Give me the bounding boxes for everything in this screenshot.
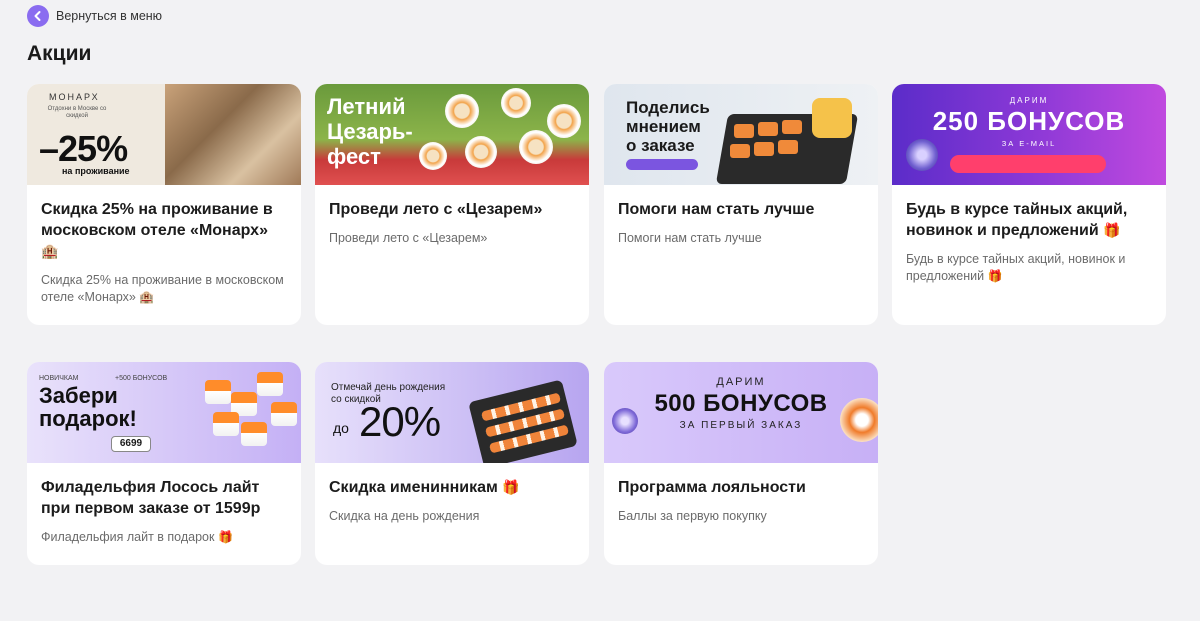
sushi-piece — [734, 124, 754, 138]
sushi-roll-image — [419, 142, 447, 170]
promo-title: Скидка именинникам 🎁 — [329, 479, 520, 496]
banner-headline: 500 БОНУСОВ — [654, 390, 828, 417]
banner-tag-bonus: +500 БОНУСОВ — [115, 375, 168, 382]
promo-description: Скидка на день рождения — [329, 509, 480, 523]
back-to-menu-link[interactable]: Вернуться в меню — [27, 5, 162, 27]
banner-tag: НОВИЧКАМ — [39, 375, 79, 382]
sushi-piece — [241, 422, 267, 446]
sushi-roll-image — [445, 94, 479, 128]
promo-card-birthday[interactable]: Отмечай день рождения со скидкой до 20% … — [315, 362, 589, 565]
banner-top-text: ДАРИМ — [1009, 96, 1049, 105]
promo-card-monarch[interactable]: МОНАРХ Отдохни в Москве со скидкой –25% … — [27, 84, 301, 325]
banner-button — [950, 155, 1106, 173]
sushi-piece — [754, 142, 774, 156]
sushi-piece — [812, 98, 852, 138]
banner-discount: 20% — [359, 398, 441, 445]
promo-card-loyalty[interactable]: ДАРИМ 500 БОНУСОВ ЗА ПЕРВЫЙ ЗАКАЗ Програ… — [604, 362, 878, 565]
banner-discount: –25% — [39, 128, 128, 169]
promo-title: Скидка 25% на проживание в московском от… — [41, 199, 287, 262]
promo-description: Скидка 25% на проживание в московском от… — [41, 273, 284, 304]
sushi-roll-image — [465, 136, 497, 168]
banner-headline: Забери подарок! — [39, 383, 137, 431]
promo-title: Помоги нам стать лучше — [618, 201, 815, 218]
banner-brand: МОНАРХ — [49, 92, 100, 102]
hotel-icon: 🏨 — [139, 290, 155, 304]
banner-top-text: ДАРИМ — [716, 376, 766, 388]
sushi-piece — [730, 144, 750, 158]
bonus-coin-icon — [906, 139, 938, 171]
promo-card-philadelphia[interactable]: НОВИЧКАМ +500 БОНУСОВ Забери подарок! 66… — [27, 362, 301, 565]
promo-title: Программа лояльности — [618, 479, 806, 496]
sushi-roll-image — [547, 104, 581, 138]
sushi-piece — [758, 122, 778, 136]
promo-banner[interactable]: Летний Цезарь- фест — [315, 84, 589, 185]
chevron-left-icon[interactable] — [27, 5, 49, 27]
promo-description: Баллы за первую покупку — [618, 509, 767, 523]
promo-banner[interactable]: МОНАРХ Отдохни в Москве со скидкой –25% … — [27, 84, 301, 185]
promo-banner[interactable]: Отмечай день рождения со скидкой до 20% — [315, 362, 589, 463]
sushi-piece — [257, 372, 283, 396]
promo-title: Проведи лето с «Цезарем» — [329, 201, 543, 218]
back-label[interactable]: Вернуться в меню — [56, 9, 162, 23]
promo-description: Будь в курсе тайных акций, новинок и пре… — [906, 252, 1126, 283]
gift-icon: 🎁 — [1103, 222, 1121, 238]
banner-headline: 250 БОНУСОВ — [932, 106, 1126, 136]
banner-price: 6699 — [111, 436, 151, 452]
gift-icon: 🎁 — [987, 269, 1003, 283]
banner-headline: Летний Цезарь- фест — [327, 94, 413, 169]
promo-banner[interactable]: Поделись мнением о заказе — [604, 84, 878, 185]
page-title: Акции — [27, 42, 92, 65]
banner-subtitle: на проживание — [62, 166, 130, 176]
gift-icon: 🎁 — [217, 530, 233, 544]
banner-small-text: Отдохни в Москве со скидкой — [47, 106, 107, 119]
sushi-roll-image — [519, 130, 553, 164]
banner-prefix: до — [333, 420, 349, 436]
sushi-piece — [213, 412, 239, 436]
sushi-roll-image — [501, 88, 531, 118]
promo-title: Будь в курсе тайных акций, новинок и пре… — [906, 201, 1128, 239]
sushi-piece — [782, 120, 802, 134]
banner-headline: Поделись мнением о заказе — [626, 98, 710, 155]
banner-button — [626, 159, 698, 170]
sushi-piece — [205, 380, 231, 404]
hotel-icon: 🏨 — [41, 243, 59, 259]
promo-description: Филадельфия лайт в подарок 🎁 — [41, 530, 233, 544]
promo-card-email-bonus[interactable]: ДАРИМ 250 БОНУСОВ ЗА E-MAIL Будь в курсе… — [892, 84, 1166, 325]
banner-bottom-text: ЗА ПЕРВЫЙ ЗАКАЗ — [679, 420, 803, 431]
promo-description: Проведи лето с «Цезарем» — [329, 231, 488, 245]
sushi-piece — [778, 140, 798, 154]
sushi-roll-image — [840, 398, 878, 442]
promo-description: Помоги нам стать лучше — [618, 231, 762, 245]
gift-icon: 🎁 — [502, 479, 520, 495]
promo-card-feedback[interactable]: Поделись мнением о заказе Помоги нам ста… — [604, 84, 878, 325]
promo-banner[interactable]: НОВИЧКАМ +500 БОНУСОВ Забери подарок! 66… — [27, 362, 301, 463]
sushi-piece — [271, 402, 297, 426]
promo-banner[interactable]: ДАРИМ 250 БОНУСОВ ЗА E-MAIL — [892, 84, 1166, 185]
hotel-photo — [165, 84, 301, 185]
promo-title: Филадельфия Лосось лайт при первом заказ… — [41, 479, 261, 517]
bonus-coin-icon — [612, 408, 638, 434]
promo-card-caesar[interactable]: Летний Цезарь- фест Проведи лето с «Цеза… — [315, 84, 589, 325]
promo-banner[interactable]: ДАРИМ 500 БОНУСОВ ЗА ПЕРВЫЙ ЗАКАЗ — [604, 362, 878, 463]
